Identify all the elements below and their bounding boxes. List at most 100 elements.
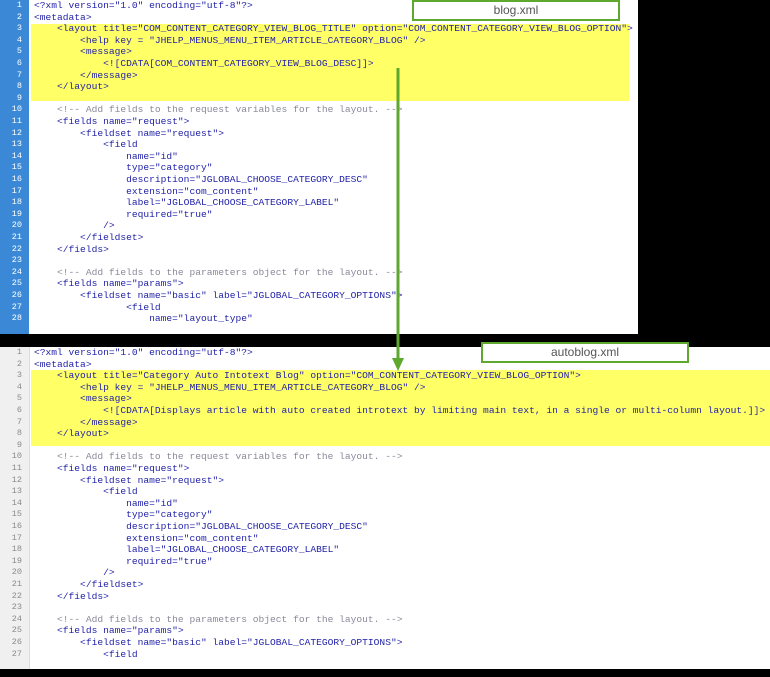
code-text[interactable]: <field: [34, 302, 161, 314]
code-text[interactable]: required="true": [34, 209, 212, 221]
code-text[interactable]: <metadata>: [34, 12, 92, 24]
code-text[interactable]: <fieldset name="basic" label="JGLOBAL_CA…: [34, 290, 402, 302]
code-text[interactable]: <![CDATA[COM_CONTENT_CATEGORY_VIEW_BLOG_…: [34, 58, 374, 70]
code-text[interactable]: <!-- Add fields to the parameters object…: [34, 614, 402, 626]
code-text[interactable]: <metadata>: [34, 359, 92, 371]
code-text[interactable]: </layout>: [34, 428, 109, 440]
line-number: 3: [16, 370, 22, 381]
line-number: 8: [16, 81, 22, 92]
line-number: 2: [16, 11, 22, 22]
code-text[interactable]: <fieldset name="basic" label="JGLOBAL_CA…: [34, 637, 402, 649]
code-text[interactable]: type="category": [34, 509, 212, 521]
code-text[interactable]: <![CDATA[Displays article with auto crea…: [34, 405, 765, 417]
line-number: 9: [16, 439, 22, 450]
code-text[interactable]: name="id": [34, 151, 178, 163]
code-text[interactable]: <?xml version="1.0" encoding="utf-8"?>: [34, 0, 253, 12]
code-text[interactable]: </layout>: [34, 81, 109, 93]
line-number: 21: [11, 579, 22, 589]
line-number: 7: [16, 416, 22, 427]
line-number: 13: [11, 486, 22, 497]
line-number: 15: [11, 162, 22, 173]
line-number: 25: [11, 625, 22, 636]
code-text[interactable]: name="id": [34, 498, 178, 510]
line-number: 14: [11, 150, 22, 161]
code-text[interactable]: <field: [34, 649, 138, 661]
code-text[interactable]: <message>: [34, 393, 132, 405]
code-text[interactable]: type="category": [34, 162, 212, 174]
code-text[interactable]: label="JGLOBAL_CHOOSE_CATEGORY_LABEL": [34, 197, 339, 209]
line-number: 8: [16, 428, 22, 439]
line-number: 13: [11, 139, 22, 150]
code-text[interactable]: <fields name="params">: [34, 625, 184, 637]
code-text[interactable]: extension="com_content": [34, 533, 258, 545]
code-text[interactable]: <?xml version="1.0" encoding="utf-8"?>: [34, 347, 253, 359]
code-text[interactable]: <fields name="request">: [34, 463, 189, 475]
line-number: 9: [16, 92, 22, 103]
code-text[interactable]: <!-- Add fields to the parameters object…: [34, 267, 402, 279]
line-number: 1: [16, 347, 22, 357]
code-text[interactable]: </fields>: [34, 591, 109, 603]
line-number: 16: [11, 521, 22, 531]
line-number: 22: [11, 590, 22, 601]
code-text[interactable]: <!-- Add fields to the request variables…: [34, 104, 402, 116]
line-number: 26: [11, 290, 22, 300]
code-text[interactable]: <layout title="Category Auto Intotext Bl…: [34, 370, 581, 382]
code-text[interactable]: description="JGLOBAL_CHOOSE_CATEGORY_DES…: [34, 174, 368, 186]
line-number: 10: [11, 451, 22, 462]
line-number: 14: [11, 497, 22, 508]
line-number: 19: [11, 208, 22, 219]
code-text[interactable]: name="layout_type": [34, 313, 253, 325]
bottom-editor-panel: 1 <?xml version="1.0" encoding="utf-8"?> 2…: [0, 347, 770, 669]
file-label-blog: blog.xml: [412, 0, 620, 21]
code-text[interactable]: <field: [34, 486, 138, 498]
line-number: 3: [16, 23, 22, 34]
line-number: 5: [16, 393, 22, 404]
code-text[interactable]: </fieldset>: [34, 232, 143, 244]
line-number: 18: [11, 544, 22, 555]
code-text[interactable]: <!-- Add fields to the request variables…: [34, 451, 402, 463]
code-text[interactable]: <message>: [34, 46, 132, 58]
line-number: 6: [16, 405, 22, 415]
line-number: 15: [11, 509, 22, 520]
line-number: 12: [11, 127, 22, 138]
code-text[interactable]: <layout title="COM_CONTENT_CATEGORY_VIEW…: [34, 23, 633, 35]
line-number: 4: [16, 34, 22, 45]
code-text[interactable]: <field: [34, 139, 138, 151]
line-number: 25: [11, 278, 22, 289]
code-text[interactable]: </message>: [34, 417, 138, 429]
file-label-autoblog: autoblog.xml: [481, 342, 689, 363]
code-text[interactable]: description="JGLOBAL_CHOOSE_CATEGORY_DES…: [34, 521, 368, 533]
line-number: 20: [11, 220, 22, 231]
line-number: 27: [11, 648, 22, 659]
code-text[interactable]: </fieldset>: [34, 579, 143, 591]
line-number: 17: [11, 532, 22, 543]
line-number: 18: [11, 197, 22, 208]
line-number: 23: [11, 255, 22, 266]
line-number: 1: [16, 0, 22, 10]
line-number: 22: [11, 243, 22, 254]
line-number: 19: [11, 555, 22, 566]
code-text[interactable]: />: [34, 567, 115, 579]
code-text[interactable]: </fields>: [34, 244, 109, 256]
line-number: 12: [11, 474, 22, 485]
code-text[interactable]: <fieldset name="request">: [34, 475, 224, 487]
code-text[interactable]: <fields name="params">: [34, 278, 184, 290]
line-number: 26: [11, 637, 22, 647]
code-text[interactable]: </message>: [34, 70, 138, 82]
line-number: 2: [16, 358, 22, 369]
code-text[interactable]: label="JGLOBAL_CHOOSE_CATEGORY_LABEL": [34, 544, 339, 556]
line-number: 11: [11, 463, 22, 473]
line-number: 16: [11, 174, 22, 184]
line-number: 24: [11, 613, 22, 624]
code-text[interactable]: extension="com_content": [34, 186, 258, 198]
code-text[interactable]: />: [34, 220, 115, 232]
code-text[interactable]: <help key = "JHELP_MENUS_MENU_ITEM_ARTIC…: [34, 35, 425, 47]
code-text[interactable]: <fields name="request">: [34, 116, 189, 128]
line-number: 11: [11, 116, 22, 126]
code-text[interactable]: <fieldset name="request">: [34, 128, 224, 140]
line-number: 5: [16, 46, 22, 57]
line-number: 23: [11, 602, 22, 613]
code-text[interactable]: required="true": [34, 556, 212, 568]
code-text[interactable]: <help key = "JHELP_MENUS_MENU_ITEM_ARTIC…: [34, 382, 425, 394]
top-editor-panel: 1 <?xml version="1.0" encoding="utf-8"?> 2…: [0, 0, 638, 334]
